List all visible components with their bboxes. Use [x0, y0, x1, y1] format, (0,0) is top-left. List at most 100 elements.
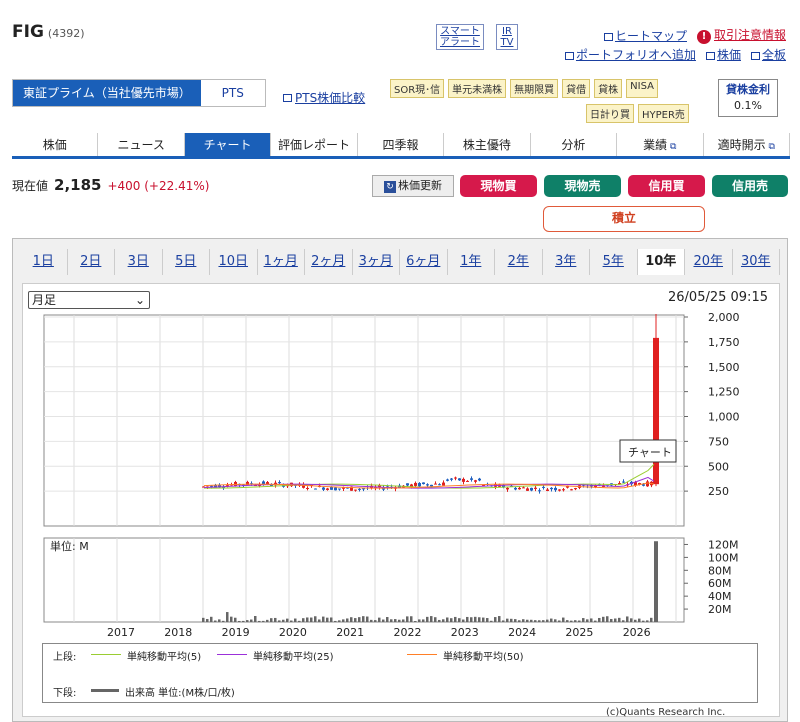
volume-bar — [522, 619, 525, 622]
tab-2[interactable]: チャート — [184, 133, 272, 156]
trade-tags: SOR現･信 単元未満株 無期限買 貸借 貸株 NISA 日計り買 HYPER売 — [390, 79, 710, 123]
refresh-button[interactable]: ↻ 株価更新 — [372, 175, 454, 197]
stock-title: FIG (4392) — [12, 22, 85, 42]
volume-bar — [418, 619, 421, 622]
volume-bar — [242, 620, 245, 622]
tab-7[interactable]: 業績 ⧉ — [617, 133, 704, 156]
legend-series-label: 単純移動平均(50) — [443, 652, 524, 663]
period-tab[interactable]: 6ヶ月 — [400, 249, 448, 275]
ir-tv-button[interactable]: IR TV — [496, 24, 518, 50]
volume-bar — [402, 619, 405, 622]
interval-select[interactable]: 月足 ⌄ — [28, 291, 150, 309]
tab-8[interactable]: 適時開示 ⧉ — [704, 133, 790, 156]
candle — [322, 487, 325, 490]
period-tab[interactable]: 30年 — [733, 249, 780, 275]
volume-bar — [602, 616, 605, 622]
cash-sell-button[interactable]: 現物売 — [544, 175, 621, 197]
candle — [558, 489, 561, 491]
period-tab[interactable]: 10日 — [210, 249, 258, 275]
warning-link[interactable]: ! 取引注意情報 — [696, 26, 786, 44]
tsumitate-button[interactable]: 積立 — [543, 206, 705, 232]
tab-1[interactable]: ニュース — [98, 133, 185, 156]
volume-bar — [218, 619, 221, 622]
volume-bar — [442, 619, 445, 622]
x-tick-label: 2025 — [565, 626, 593, 639]
heatmap-link[interactable]: ヒートマップ — [603, 27, 687, 44]
lending-rate-box[interactable]: 貸株金利 0.1% — [718, 79, 778, 117]
smart-alert-button[interactable]: スマート アラート — [436, 24, 484, 50]
tab-label: 業績 — [643, 138, 668, 152]
volume-tick-label: 20M — [708, 603, 732, 616]
volume-legend-label: 出来高 単位:(M株/口/枚) — [125, 688, 235, 699]
volume-bar — [422, 619, 425, 622]
tab-6[interactable]: 分析 — [531, 133, 618, 156]
period-tab[interactable]: 2年 — [495, 249, 543, 275]
volume-bar — [382, 619, 385, 622]
tab-4[interactable]: 四季報 — [358, 133, 445, 156]
volume-bar — [434, 617, 437, 622]
volume-bar — [266, 619, 269, 622]
candle — [446, 479, 449, 481]
period-tab[interactable]: 2日 — [68, 249, 115, 275]
candle — [354, 489, 357, 491]
volume-bar — [650, 617, 653, 622]
candle — [470, 478, 473, 480]
market-pts-tab[interactable]: PTS — [200, 80, 265, 106]
volume-bar — [614, 618, 617, 622]
volume-tick-label: 40M — [708, 590, 732, 603]
volume-bar — [474, 616, 477, 622]
candle — [522, 487, 525, 489]
volume-bar — [514, 619, 517, 622]
volume-bar — [386, 617, 389, 622]
candle — [530, 487, 533, 491]
volume-bar — [222, 620, 225, 622]
period-tab[interactable]: 1年 — [448, 249, 495, 275]
candle — [534, 487, 537, 489]
tab-5[interactable]: 株主優待 — [444, 133, 531, 156]
x-tick-label: 2019 — [222, 626, 250, 639]
period-tab[interactable]: 2ヶ月 — [305, 249, 353, 275]
volume-bar — [578, 620, 581, 622]
tab-label: 適時開示 — [717, 138, 766, 152]
period-tab[interactable]: 3日 — [115, 249, 163, 275]
pts-compare-link[interactable]: PTS株価比較 — [283, 89, 365, 106]
period-tab[interactable]: 10年 — [637, 249, 685, 275]
margin-buy-button[interactable]: 信用買 — [628, 175, 705, 197]
chart-timestamp: 26/05/25 09:15 — [668, 290, 768, 305]
market-selector: 東証プライム（当社優先市場） PTS — [12, 79, 266, 107]
price-tick-label: 2,000 — [708, 311, 740, 324]
market-primary-tab[interactable]: 東証プライム（当社優先市場） — [13, 80, 201, 106]
tab-3[interactable]: 評価レポート — [271, 133, 358, 156]
trade-tag: 無期限買 — [510, 79, 559, 98]
trade-tag: 貸借 — [562, 79, 591, 98]
volume-bar — [610, 618, 613, 622]
volume-bar — [238, 620, 241, 622]
tab-0[interactable]: 株価 — [12, 133, 99, 156]
period-tab[interactable]: 5日 — [163, 249, 210, 275]
margin-sell-button[interactable]: 信用売 — [712, 175, 788, 197]
volume-bar — [546, 619, 549, 622]
volume-bar — [454, 616, 457, 622]
tab-label: 分析 — [561, 138, 586, 152]
period-tab[interactable]: 1日 — [20, 249, 68, 275]
candle — [450, 478, 453, 480]
portfolio-link[interactable]: ポートフォリオへ追加 — [564, 46, 696, 63]
period-tab[interactable]: 3年 — [543, 249, 590, 275]
volume-bar — [358, 617, 361, 622]
price-tick-label: 1,000 — [708, 411, 740, 424]
volume-bar — [634, 619, 637, 622]
period-tab[interactable]: 20年 — [685, 249, 733, 275]
volume-bar — [566, 620, 569, 622]
candle — [526, 488, 529, 491]
volume-bar — [230, 616, 233, 622]
cash-buy-button[interactable]: 現物買 — [460, 175, 537, 197]
volume-bar — [406, 616, 409, 622]
stock-price-link[interactable]: 株価 — [705, 46, 741, 63]
candle — [478, 478, 481, 481]
period-tab[interactable]: 1ヶ月 — [258, 249, 305, 275]
period-tab[interactable]: 3ヶ月 — [353, 249, 400, 275]
full-board-link[interactable]: 全板 — [750, 46, 786, 63]
volume-bar — [638, 618, 641, 622]
period-tab[interactable]: 5年 — [590, 249, 638, 275]
volume-bar — [342, 619, 345, 622]
